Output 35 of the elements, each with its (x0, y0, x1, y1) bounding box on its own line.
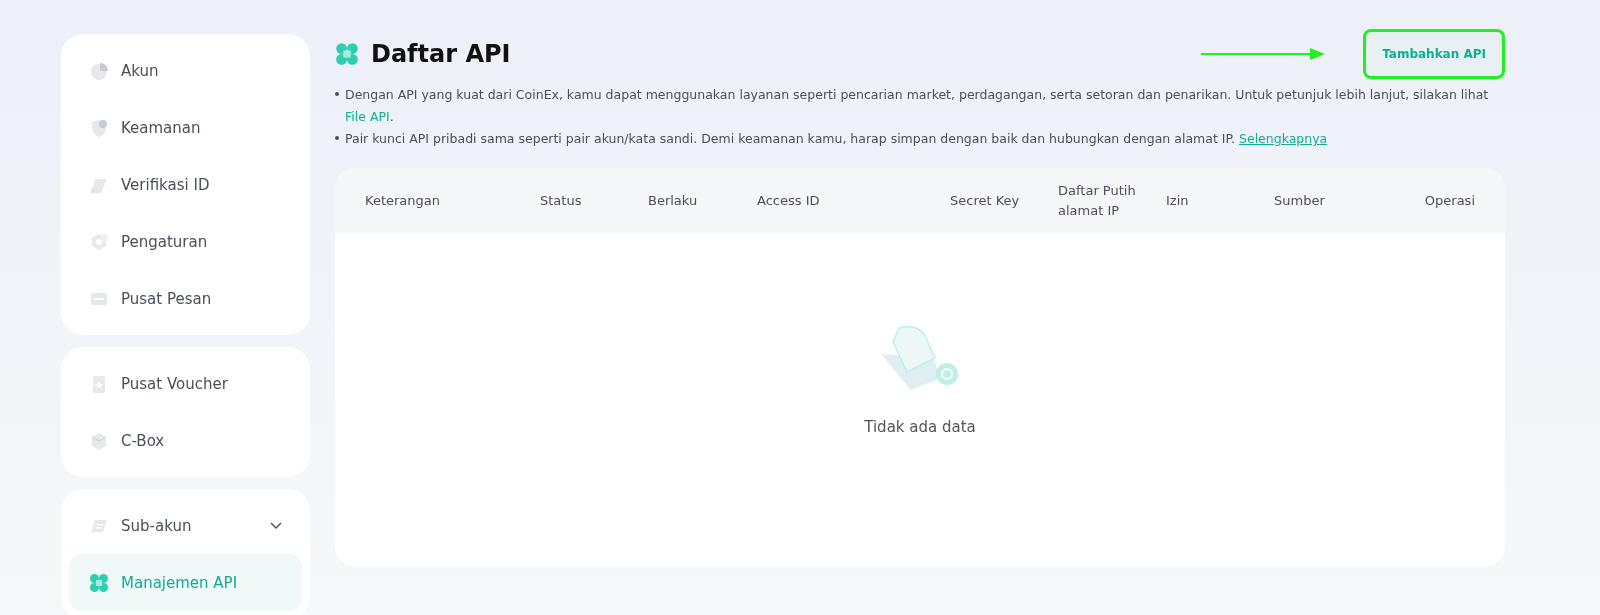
column-header: Secret Key (950, 192, 1021, 210)
pie-chart-icon (89, 60, 109, 81)
grid-dots-icon (335, 42, 359, 66)
sidebar-item[interactable]: Pengaturan (69, 213, 302, 270)
sidebar-item-label: Pusat Pesan (121, 289, 213, 308)
column-header: Status (540, 192, 583, 210)
gear-icon (89, 231, 109, 252)
sidebar-item-label: Sub-akun (121, 516, 193, 535)
sidebar-item-label: Akun (121, 61, 160, 80)
column-header: Izin (1166, 192, 1190, 210)
sidebar-item[interactable]: Keamanan (69, 99, 302, 156)
sidebar-item-label: C-Box (121, 431, 166, 450)
column-header: Sumber (1274, 192, 1326, 210)
column-header: Daftar Putih alamat IP (1058, 182, 1137, 220)
grid-dots-icon (89, 572, 109, 593)
column-header: Access ID (757, 192, 821, 210)
sidebar-item[interactable]: Pusat Voucher (69, 355, 302, 412)
page-title: Daftar API (371, 40, 512, 68)
sidebar-item-label: Keamanan (121, 118, 202, 137)
box-icon (89, 430, 109, 451)
sidebar-item[interactable]: Sub-akun (69, 497, 302, 554)
empty-state-text: Tidak ada data (864, 418, 976, 436)
sidebar-item-label: Pengaturan (121, 232, 209, 251)
sidebar-item[interactable]: Pusat Pesan (69, 270, 302, 327)
shield-icon (89, 117, 109, 138)
sidebar-item[interactable]: C-Box (69, 412, 302, 469)
column-header: Berlaku (648, 192, 699, 210)
column-header: Operasi (1423, 192, 1475, 210)
sidebar-item-label: Pusat Voucher (121, 374, 229, 393)
sidebar-item-label: Manajemen API (121, 573, 239, 592)
chevron-icon[interactable] (270, 521, 282, 530)
sidebar-item[interactable]: Verifikasi ID (69, 156, 302, 213)
sidebar-item-label: Verifikasi ID (121, 175, 211, 194)
column-header: Keterangan (365, 192, 441, 210)
sidebar-item[interactable]: Akun (69, 42, 302, 99)
